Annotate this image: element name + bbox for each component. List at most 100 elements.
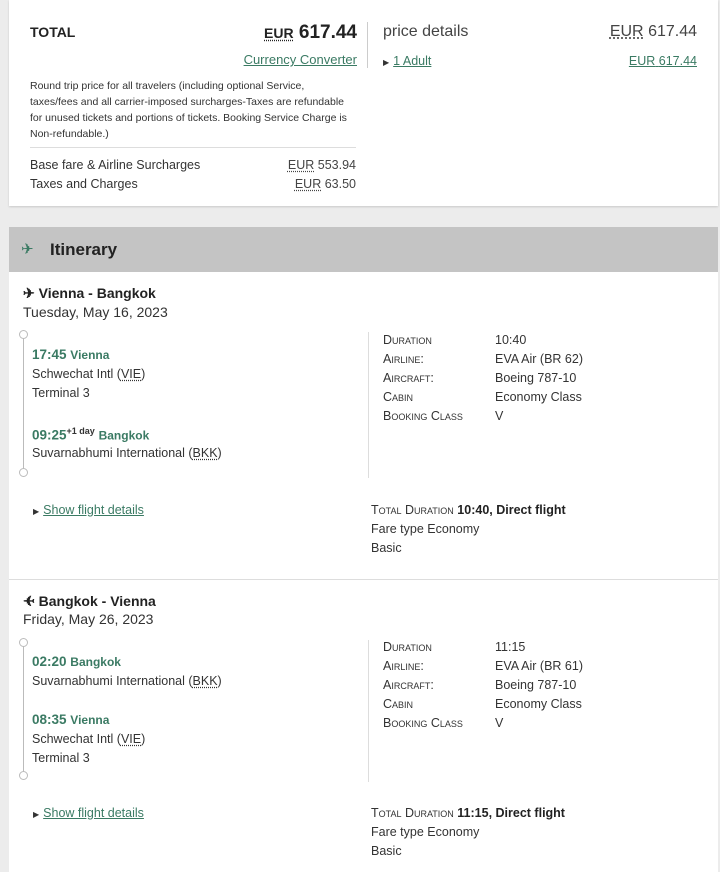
currency-code: EUR [294,177,322,191]
vertical-divider [367,22,368,68]
arrival-airport: Schwechat Intl (VIE) [32,732,146,746]
fare-row-base: Base fare & Airline Surcharges EUR 553.9… [30,158,356,172]
total-duration-block: Total Duration 10:40, Direct flight Fare… [371,501,566,558]
detail-airline: Airline: EVA Air (BR 61) [383,659,583,673]
time-value: 08:35 [32,712,67,727]
detail-key: Aircraft: [383,678,434,692]
detail-key: Booking Class [383,409,463,423]
detail-value: Economy Class [495,390,582,404]
total-duration-label: Total Duration [371,806,454,820]
detail-cabin: Cabin Economy Class [383,697,582,711]
caret-right-icon: ▶ [33,810,40,819]
adult-price-link[interactable]: EUR 617.44 [629,54,697,68]
detail-cabin: Cabin Economy Class [383,390,582,404]
adult-toggle[interactable]: ▶ 1 Adult [383,54,431,68]
flight-date: Tuesday, May 16, 2023 [23,304,168,320]
round-trip-note: Round trip price for all travelers (incl… [30,80,347,140]
adult-price-value: 617.44 [658,54,697,68]
detail-value: EVA Air (BR 61) [495,659,583,673]
route-title: ✈ Vienna - Bangkok [23,285,156,302]
price-details-total-value: 617.44 [648,23,697,40]
detail-value: Economy Class [495,697,582,711]
airport-name: Schwechat Intl [32,367,114,381]
airplane-icon: ✈ [21,241,34,258]
show-flight-details-link[interactable]: Show flight details [43,503,144,517]
currency-code: EUR [264,25,294,41]
currency-code: EUR [628,54,656,68]
detail-aircraft: Aircraft: Boeing 787-10 [383,678,576,692]
divider [30,147,356,148]
detail-value: Boeing 787-10 [495,371,577,385]
show-flight-details-link[interactable]: Show flight details [43,806,144,820]
total-amount: EUR 617.44 [264,22,357,44]
city-name: Vienna [70,348,110,362]
timeline-dot [19,330,28,339]
departure-terminal: Terminal 3 [32,386,90,400]
fare-row-value: 63.50 [324,177,356,191]
detail-airline: Airline: EVA Air (BR 62) [383,352,583,366]
airport-code: BKK [192,674,218,688]
airplane-icon: ✈ [23,593,35,609]
fare-basic: Basic [371,844,402,858]
show-flight-details-toggle[interactable]: ▶ Show flight details [33,806,144,820]
caret-right-icon: ▶ [383,58,390,67]
itinerary-header: ✈ Itinerary [9,227,718,272]
detail-value: V [495,409,504,423]
detail-key: Booking Class [383,716,463,730]
city-name: Bangkok [98,428,150,443]
flight-date: Friday, May 26, 2023 [23,611,154,627]
departure-airport: Suvarnabhumi International (BKK) [32,674,222,688]
detail-key: Cabin [383,697,414,711]
currency-converter-link[interactable]: Currency Converter [244,52,357,67]
departure-time: 17:45 Vienna [32,347,109,362]
total-duration-value: 10:40, Direct flight [457,503,566,517]
detail-booking-class: Booking Class V [383,716,503,730]
arrival-time: 09:25+1 day Bangkok [32,426,149,443]
detail-value: Boeing 787-10 [495,678,577,692]
detail-value: 10:40 [495,333,527,347]
departure-airport: Schwechat Intl (VIE) [32,367,146,381]
currency-code: EUR [287,158,315,172]
time-value: 17:45 [32,347,67,362]
route-label: Bangkok - Vienna [38,593,156,609]
timeline-line [23,644,24,773]
show-flight-details-toggle[interactable]: ▶ Show flight details [33,503,144,517]
airport-code: VIE [120,367,142,381]
total-duration-value: 11:15, Direct flight [457,806,565,820]
route-label: Vienna - Bangkok [38,285,156,301]
itinerary-body: ✈ Vienna - Bangkok Tuesday, May 16, 2023… [9,272,718,872]
timeline-dot [19,638,28,647]
city-name: Vienna [70,713,110,727]
fare-row-label: Taxes and Charges [30,177,138,191]
day-offset: +1 day [66,426,95,436]
fare-row-value: 553.94 [317,158,356,172]
route-title: ✈ Bangkok - Vienna [23,593,156,610]
airplane-icon: ✈ [23,285,35,301]
detail-aircraft: Aircraft: Boeing 787-10 [383,371,576,385]
arrival-airport: Suvarnabhumi International (BKK) [32,446,222,460]
total-duration-block: Total Duration 11:15, Direct flight Fare… [371,804,565,861]
total-label: TOTAL [30,24,76,40]
detail-duration: Duration 10:40 [383,333,526,347]
airport-name: Suvarnabhumi International [32,446,185,460]
fare-basic: Basic [371,541,402,555]
caret-right-icon: ▶ [33,507,40,516]
detail-key: Aircraft: [383,371,434,385]
price-details-title: price details [383,23,469,40]
segment-divider [9,579,718,580]
arrival-terminal: Terminal 3 [32,751,90,765]
detail-duration: Duration 11:15 [383,640,525,654]
currency-code: EUR [609,23,644,40]
detail-value: 11:15 [495,640,526,654]
detail-booking-class: Booking Class V [383,409,503,423]
airport-code: BKK [192,446,218,460]
airport-name: Suvarnabhumi International [32,674,185,688]
price-details-total: EUR 617.44 [610,23,697,41]
detail-key: Duration [383,640,432,654]
detail-divider [368,640,369,782]
fare-type: Fare type Economy [371,825,480,839]
detail-key: Airline: [383,352,424,366]
departure-time: 02:20 Bangkok [32,654,121,669]
airport-name: Schwechat Intl [32,732,114,746]
adult-link[interactable]: 1 Adult [393,54,431,68]
